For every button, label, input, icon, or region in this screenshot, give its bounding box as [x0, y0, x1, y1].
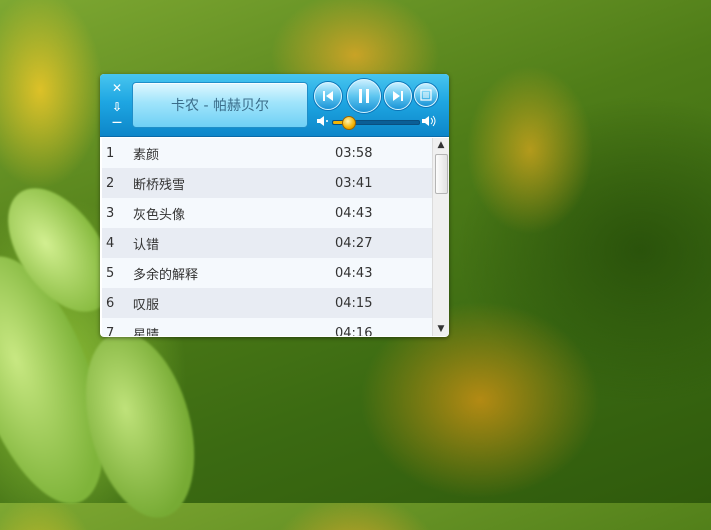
playlist-row[interactable]: 1 素颜 03:58 [102, 138, 432, 168]
volume-high-icon[interactable] [421, 115, 437, 127]
track-number: 6 [106, 295, 115, 311]
track-title: 灰色头像 [133, 207, 186, 223]
scroll-up-arrow[interactable]: ▲ [433, 138, 449, 152]
track-duration: 03:41 [335, 175, 373, 191]
playlist-row[interactable]: 3 灰色头像 04:43 [102, 198, 432, 228]
scroll-thumb[interactable] [435, 154, 448, 194]
playlist: 1 素颜 03:58 2 断桥残雪 03:41 3 灰色头像 04:43 4 认错 04:27 5 多余的… [102, 138, 432, 336]
player-header: ✕ ⇩ — 卡农 - 帕赫贝尔 [100, 74, 449, 137]
playlist-row[interactable]: 2 断桥残雪 03:41 [102, 168, 432, 198]
next-icon [393, 91, 403, 101]
track-number: 7 [106, 325, 115, 337]
volume-low-icon[interactable] [316, 115, 330, 127]
pause-icon [359, 89, 369, 103]
track-title: 叹服 [133, 297, 160, 313]
music-player-window: ✕ ⇩ — 卡农 - 帕赫贝尔 1 素颜 03:58 2 断桥残雪 03:41 … [100, 74, 449, 337]
mode-switch-button[interactable]: ⇩ [108, 100, 126, 114]
track-number: 3 [106, 205, 115, 221]
volume-knob[interactable] [341, 116, 356, 130]
playlist-row[interactable]: 5 多余的解释 04:43 [102, 258, 432, 288]
playlist-icon [420, 89, 432, 101]
track-duration: 04:43 [335, 265, 373, 281]
track-title: 素颜 [133, 147, 160, 163]
now-playing-display: 卡农 - 帕赫贝尔 [132, 82, 308, 128]
background-stem [67, 320, 213, 530]
track-duration: 04:16 [335, 325, 373, 337]
next-button[interactable] [384, 82, 412, 110]
track-number: 1 [106, 145, 115, 161]
pause-button[interactable] [347, 79, 381, 113]
track-title: 多余的解释 [133, 267, 199, 283]
track-title: 星晴 [133, 327, 160, 337]
previous-icon [323, 91, 333, 101]
now-playing-title: 卡农 - 帕赫贝尔 [171, 98, 269, 114]
track-number: 2 [106, 175, 115, 191]
close-button[interactable]: ✕ [108, 81, 126, 95]
playlist-scrollbar[interactable]: ▲ ▼ [432, 138, 449, 336]
scroll-down-arrow[interactable]: ▼ [433, 322, 449, 336]
track-number: 5 [106, 265, 115, 281]
track-duration: 04:27 [335, 235, 373, 251]
track-duration: 03:58 [335, 145, 373, 161]
playlist-button[interactable] [414, 83, 438, 107]
track-number: 4 [106, 235, 115, 251]
volume-slider[interactable] [332, 116, 420, 130]
track-title: 断桥残雪 [133, 177, 186, 193]
track-title: 认错 [133, 237, 160, 253]
playlist-row[interactable]: 6 叹服 04:15 [102, 288, 432, 318]
previous-button[interactable] [314, 82, 342, 110]
track-duration: 04:43 [335, 205, 373, 221]
minimize-button[interactable]: — [108, 116, 126, 130]
track-duration: 04:15 [335, 295, 373, 311]
playlist-row[interactable]: 7 星晴 04:16 [102, 318, 432, 336]
playlist-row[interactable]: 4 认错 04:27 [102, 228, 432, 258]
